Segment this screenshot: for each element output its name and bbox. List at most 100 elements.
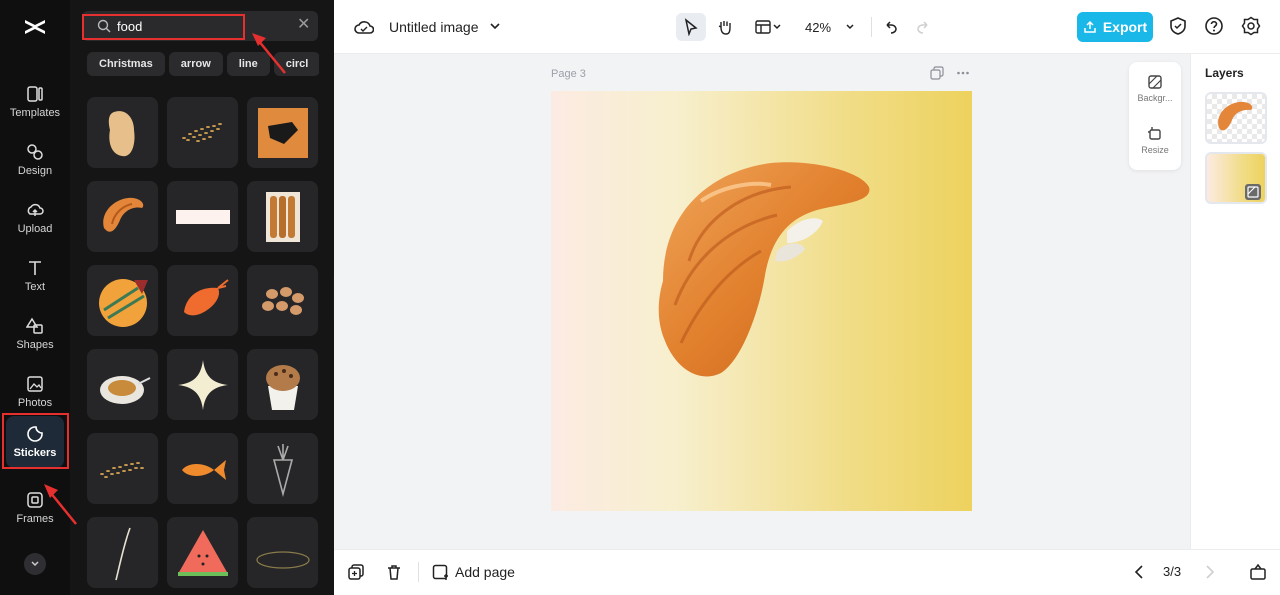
resize-button[interactable]: Resize xyxy=(1129,126,1181,155)
redo-button[interactable] xyxy=(910,13,936,41)
select-tool-button[interactable] xyxy=(676,13,706,41)
chip-circle[interactable]: circl xyxy=(273,52,319,76)
croissant-icon xyxy=(102,197,143,232)
rail-item-text[interactable]: Text xyxy=(6,250,64,302)
layers-title: Layers xyxy=(1205,66,1244,80)
zoom-control[interactable]: 42% xyxy=(800,13,860,41)
rail-label-design: Design xyxy=(17,165,53,177)
layer-background[interactable] xyxy=(1205,152,1267,204)
croissant-sticker[interactable] xyxy=(551,91,972,511)
shapes-icon xyxy=(26,317,43,334)
sticker-cupcake[interactable] xyxy=(247,349,318,420)
add-page-icon xyxy=(432,564,448,580)
background-button[interactable]: Backgr... xyxy=(1129,74,1181,103)
redo-icon xyxy=(917,21,928,34)
upload-icon xyxy=(1084,20,1096,33)
baguettes-icon xyxy=(265,191,300,242)
rail-label-shapes: Shapes xyxy=(16,339,54,351)
cloud-save-icon[interactable] xyxy=(354,18,374,36)
rail-item-templates[interactable]: Templates xyxy=(6,76,64,128)
brush-stroke-icon xyxy=(257,107,308,158)
rail-item-design[interactable]: Design xyxy=(6,134,64,186)
page-panel-toggle-icon[interactable] xyxy=(1249,563,1267,581)
design-icon xyxy=(27,144,43,160)
hand-tool-button[interactable] xyxy=(710,13,740,41)
white-bar-icon xyxy=(175,209,230,224)
add-page-button[interactable]: Add page xyxy=(432,562,515,582)
chip-line[interactable]: line xyxy=(226,52,270,76)
sparkle-icon xyxy=(177,359,228,410)
background-layer-icon xyxy=(1245,184,1261,200)
export-button[interactable]: Export xyxy=(1077,12,1153,42)
rail-item-frames[interactable]: Frames xyxy=(6,482,64,534)
layout-tool-button[interactable] xyxy=(750,13,786,41)
previous-page-icon[interactable] xyxy=(1131,563,1149,581)
plate-icon xyxy=(99,375,150,404)
undo-button[interactable] xyxy=(878,13,904,41)
rail-item-upload[interactable]: Upload xyxy=(6,192,64,244)
seeds-icon xyxy=(181,122,222,142)
shrimp-icon xyxy=(183,278,229,315)
chip-arrow[interactable]: arrow xyxy=(168,52,223,76)
rail-label-templates: Templates xyxy=(9,107,61,119)
sticker-carrot[interactable] xyxy=(247,433,318,504)
sticker-watermelon[interactable] xyxy=(167,517,238,588)
clear-search-icon[interactable]: ✕ xyxy=(297,17,310,33)
templates-icon xyxy=(27,86,43,102)
layout-icon xyxy=(755,20,771,34)
rail-label-frames: Frames xyxy=(16,513,54,525)
rail-item-shapes[interactable]: Shapes xyxy=(6,308,64,360)
rail-more-button[interactable] xyxy=(24,553,46,575)
sticker-shrimp[interactable] xyxy=(167,265,238,336)
duplicate-icon[interactable] xyxy=(347,563,365,581)
sticker-plate[interactable] xyxy=(87,349,158,420)
watermelon-icon xyxy=(177,529,228,576)
nuts-icon xyxy=(261,286,304,315)
chevron-down-icon[interactable] xyxy=(489,19,501,33)
app-window: Templates Design Upload Text Shapes Phot… xyxy=(0,0,1280,595)
background-icon xyxy=(1148,75,1162,89)
background-label: Backgr... xyxy=(1137,93,1173,103)
document-title[interactable]: Untitled image xyxy=(389,19,479,35)
fish-icon xyxy=(181,459,226,480)
chevron-down-icon xyxy=(773,24,781,30)
next-page-icon[interactable] xyxy=(1200,563,1218,581)
sticker-potato[interactable] xyxy=(87,97,158,168)
rail-label-photos: Photos xyxy=(17,397,53,409)
chip-christmas[interactable]: Christmas xyxy=(87,52,165,76)
chevron-down-icon xyxy=(846,24,854,30)
sticker-ellipse[interactable] xyxy=(247,517,318,588)
page-count: 3/3 xyxy=(1163,564,1182,579)
shield-icon[interactable] xyxy=(1168,16,1188,36)
sticker-baguettes[interactable] xyxy=(247,181,318,252)
design-canvas[interactable] xyxy=(551,91,972,511)
more-options-icon[interactable] xyxy=(956,66,970,80)
trash-icon[interactable] xyxy=(385,563,403,581)
sticker-seeds[interactable] xyxy=(167,97,238,168)
rail-item-photos[interactable]: Photos xyxy=(6,366,64,418)
carrot-icon xyxy=(272,443,293,497)
seeds-icon xyxy=(99,461,144,478)
potato-icon xyxy=(108,110,134,156)
sticker-croissant[interactable] xyxy=(87,181,158,252)
resize-label: Resize xyxy=(1141,145,1169,155)
undo-icon xyxy=(886,21,897,34)
capcut-logo-icon xyxy=(25,20,45,34)
sticker-brush-stroke[interactable] xyxy=(247,97,318,168)
rail-label-upload: Upload xyxy=(17,223,53,235)
sticker-sparkle[interactable] xyxy=(167,349,238,420)
sticker-fish[interactable] xyxy=(167,433,238,504)
duplicate-page-icon[interactable] xyxy=(930,66,944,80)
sticker-line[interactable] xyxy=(87,517,158,588)
settings-gear-icon[interactable] xyxy=(1241,16,1261,36)
cursor-icon xyxy=(684,18,698,36)
sticker-pie[interactable] xyxy=(87,265,158,336)
sticker-white-bar[interactable] xyxy=(167,181,238,252)
add-page-label: Add page xyxy=(455,564,515,580)
bottombar-divider xyxy=(418,562,419,582)
sticker-seeds-2[interactable] xyxy=(87,433,158,504)
help-icon[interactable] xyxy=(1204,16,1224,36)
layer-croissant[interactable] xyxy=(1205,92,1267,144)
zoom-level: 42% xyxy=(804,19,832,35)
sticker-nuts[interactable] xyxy=(247,265,318,336)
